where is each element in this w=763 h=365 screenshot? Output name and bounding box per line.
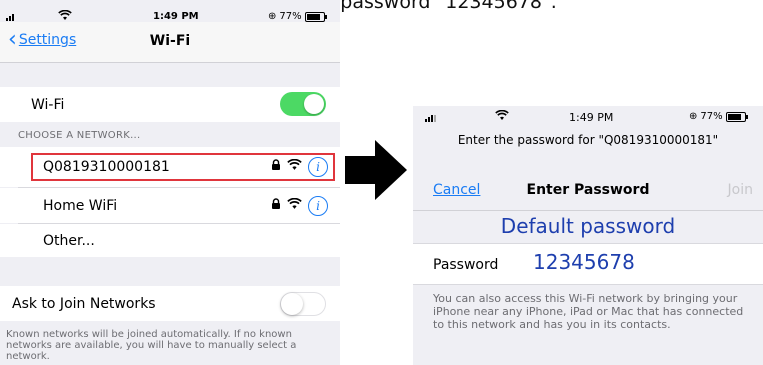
battery-icon — [725, 111, 748, 122]
default-password-annotation: Default password — [500, 214, 676, 238]
header-divider — [413, 210, 763, 211]
wifi-row-label: Wi-Fi — [31, 96, 65, 113]
battery-percent: 77% — [279, 11, 302, 22]
handoff-hint: You can also access this Wi-Fi network b… — [433, 292, 744, 331]
network-name: Home WiFi — [43, 197, 118, 214]
page-title: Wi-Fi — [149, 33, 191, 49]
lock-icon — [271, 197, 281, 214]
password-label: Password — [433, 257, 499, 273]
ask-to-join-label: Ask to Join Networks — [12, 295, 156, 312]
wifi-signal-icon — [287, 197, 302, 214]
ask-to-join-toggle[interactable] — [280, 292, 326, 316]
cellular-signal-icon — [425, 115, 436, 122]
battery-percent: 77% — [700, 111, 723, 122]
navigation-bar: ‹ Settings Wi-Fi — [0, 22, 340, 63]
ask-to-join-row: Ask to Join Networks — [0, 286, 340, 321]
network-row-home-wifi[interactable]: Home WiFi i — [0, 188, 340, 223]
battery-indicator: ⊕ 77% — [268, 11, 327, 22]
status-bar: 1:49 PM ⊕ 77% — [413, 109, 763, 129]
info-icon[interactable]: i — [308, 195, 328, 216]
wifi-settings-screen: 1:49 PM ⊕ 77% ‹ Settings Wi-Fi Wi-Fi CHO… — [0, 0, 340, 365]
battery-icon — [304, 11, 327, 22]
orientation-lock-icon: ⊕ — [689, 111, 698, 122]
wifi-toggle-row: Wi-Fi — [0, 87, 340, 122]
enter-password-screen: 1:49 PM ⊕ 77% Enter the password for "Q0… — [413, 106, 763, 365]
arrow-right-icon — [345, 140, 407, 200]
cellular-signal-icon — [6, 14, 14, 21]
toggle-knob — [281, 293, 303, 315]
other-network-label: Other... — [43, 232, 95, 249]
status-time: 1:49 PM — [153, 11, 199, 22]
password-input[interactable]: 12345678 — [533, 250, 635, 274]
orientation-lock-icon: ⊕ — [268, 11, 277, 22]
password-prompt: Enter the password for "Q0819310000181" — [457, 133, 719, 147]
battery-indicator: ⊕ 77% — [689, 111, 748, 122]
footer-description: Known networks will be joined automatica… — [6, 329, 297, 362]
wifi-status-icon — [495, 109, 509, 124]
status-time: 1:49 PM — [569, 111, 614, 124]
highlight-frame — [31, 153, 335, 181]
other-network-row[interactable]: Other... — [0, 224, 340, 257]
join-button[interactable]: Join — [728, 182, 753, 198]
password-field-row[interactable]: Password 12345678 — [413, 243, 763, 285]
page-title: Enter Password — [526, 182, 650, 198]
section-header-choose-network: CHOOSE A NETWORK... — [18, 130, 141, 141]
toggle-knob — [304, 94, 324, 114]
wifi-toggle[interactable] — [280, 92, 326, 116]
